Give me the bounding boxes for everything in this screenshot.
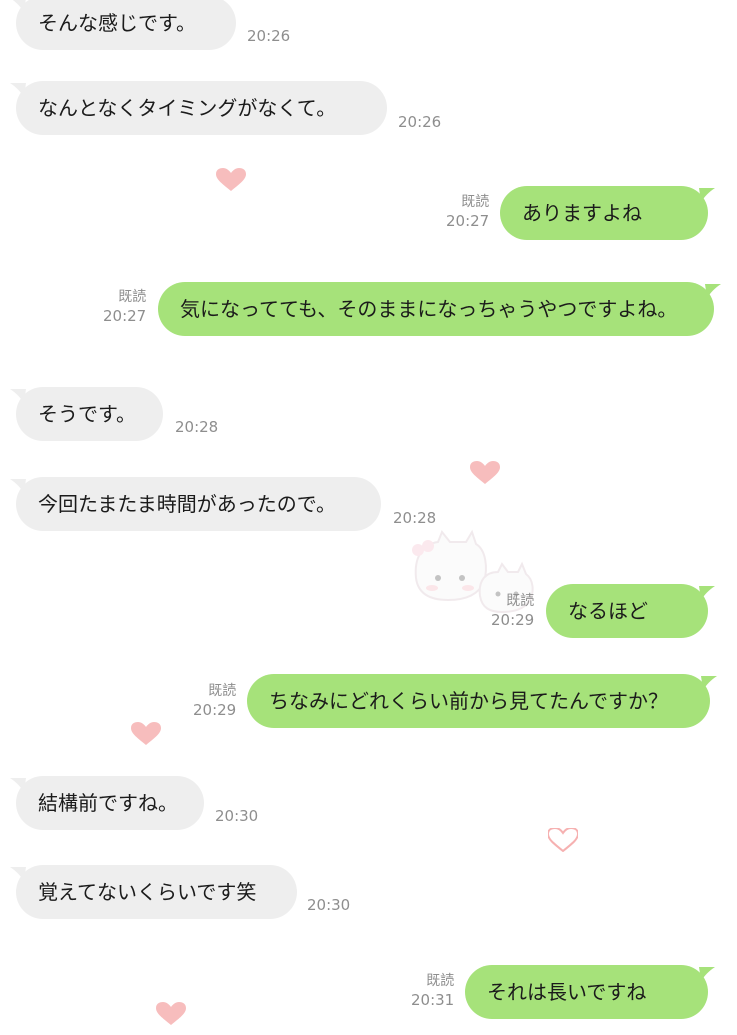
message-row: 覚えてないくらいです笑 20:30 (0, 865, 737, 935)
message-row: 結構前ですね。 20:30 (0, 776, 737, 846)
message-row: なんとなくタイミングがなくて。 20:26 (0, 81, 737, 151)
message-text: 気になってても、そのままになっちゃうやつですよね。 (180, 297, 678, 321)
read-receipt: 既読 (506, 593, 535, 609)
read-receipt: 既読 (208, 683, 237, 699)
message-meta: 20:30 (215, 807, 258, 826)
message-text: 今回たまたま時間があったので。 (38, 492, 336, 516)
message-time: 20:27 (103, 306, 147, 325)
bubble-tail-icon (10, 867, 26, 881)
message-meta: 20:30 (307, 896, 350, 915)
message-time: 20:27 (446, 211, 490, 230)
message-meta: 20:26 (247, 27, 290, 46)
message-row: 既読 20:27 ありますよね (0, 186, 737, 256)
message-text: それは長いですね (487, 980, 647, 1004)
message-time: 20:28 (175, 418, 219, 436)
message-text: なんとなくタイミングがなくて。 (38, 96, 337, 120)
message-bubble[interactable]: ちなみにどれくらい前から見てたんですか？ (247, 674, 717, 728)
message-text: なるほど (568, 599, 648, 623)
message-meta: 20:28 (393, 509, 436, 528)
message-row: そうです。 20:28 (0, 387, 737, 457)
bubble-tail-icon (10, 479, 26, 493)
message-bubble[interactable]: なんとなくタイミングがなくて。 (10, 81, 387, 135)
bubble-tail-icon (10, 389, 26, 403)
bubble-tail-icon (699, 586, 715, 600)
message-text: そんな感じです。 (38, 11, 196, 35)
message-meta: 既読 20:27 (446, 194, 489, 230)
message-bubble[interactable]: それは長いですね (465, 965, 715, 1019)
message-time: 20:26 (398, 113, 442, 131)
message-bubble[interactable]: なるほど (546, 584, 715, 638)
bubble-tail-icon (701, 676, 717, 690)
message-meta: 20:26 (398, 113, 441, 132)
message-time: 20:28 (393, 509, 437, 527)
bubble-tail-icon (12, 0, 26, 12)
bubble-tail-icon (699, 967, 715, 981)
read-receipt: 既読 (461, 194, 490, 210)
message-text: ありますよね (522, 201, 642, 225)
message-bubble[interactable]: そうです。 (10, 387, 163, 441)
message-row: 今回たまたま時間があったので。 20:28 (0, 477, 737, 547)
message-row: 既読 20:29 ちなみにどれくらい前から見てたんですか？ (0, 674, 737, 744)
message-time: 20:30 (307, 896, 351, 914)
message-meta: 既読 20:27 (103, 289, 146, 325)
message-bubble[interactable]: 結構前ですね。 (10, 776, 204, 830)
bubble-tail-icon (10, 83, 26, 97)
message-meta: 既読 20:29 (491, 593, 534, 629)
bubble-tail-icon (705, 284, 721, 298)
message-bubble[interactable]: 気になってても、そのままになっちゃうやつですよね。 (158, 282, 721, 336)
message-row: 既読 20:31 それは長いですね (0, 965, 737, 1035)
message-time: 20:31 (411, 990, 455, 1009)
message-row: そんな感じです。 20:26 (0, 0, 737, 66)
message-meta: 既読 20:31 (411, 973, 454, 1009)
message-text: 覚えてないくらいです笑 (38, 880, 257, 904)
message-time: 20:29 (193, 700, 237, 719)
read-receipt: 既読 (118, 289, 147, 305)
message-text: そうです。 (38, 402, 136, 426)
message-time: 20:30 (215, 807, 259, 825)
message-meta: 20:28 (175, 418, 218, 437)
message-bubble[interactable]: 覚えてないくらいです笑 (10, 865, 297, 919)
read-receipt: 既読 (426, 973, 455, 989)
bubble-tail-icon (699, 188, 715, 202)
message-text: ちなみにどれくらい前から見てたんですか？ (269, 689, 668, 713)
message-bubble[interactable]: 今回たまたま時間があったので。 (10, 477, 381, 531)
message-meta: 既読 20:29 (193, 683, 236, 719)
message-row: 既読 20:29 なるほど (0, 584, 737, 654)
message-bubble[interactable]: ありますよね (500, 186, 715, 240)
bubble-tail-icon (10, 778, 26, 792)
message-row: 既読 20:27 気になってても、そのままになっちゃうやつですよね。 (0, 282, 737, 352)
message-text: 結構前ですね。 (38, 791, 178, 815)
message-bubble[interactable]: そんな感じです。 (12, 0, 236, 50)
message-time: 20:26 (247, 27, 291, 45)
message-time: 20:29 (491, 610, 535, 629)
